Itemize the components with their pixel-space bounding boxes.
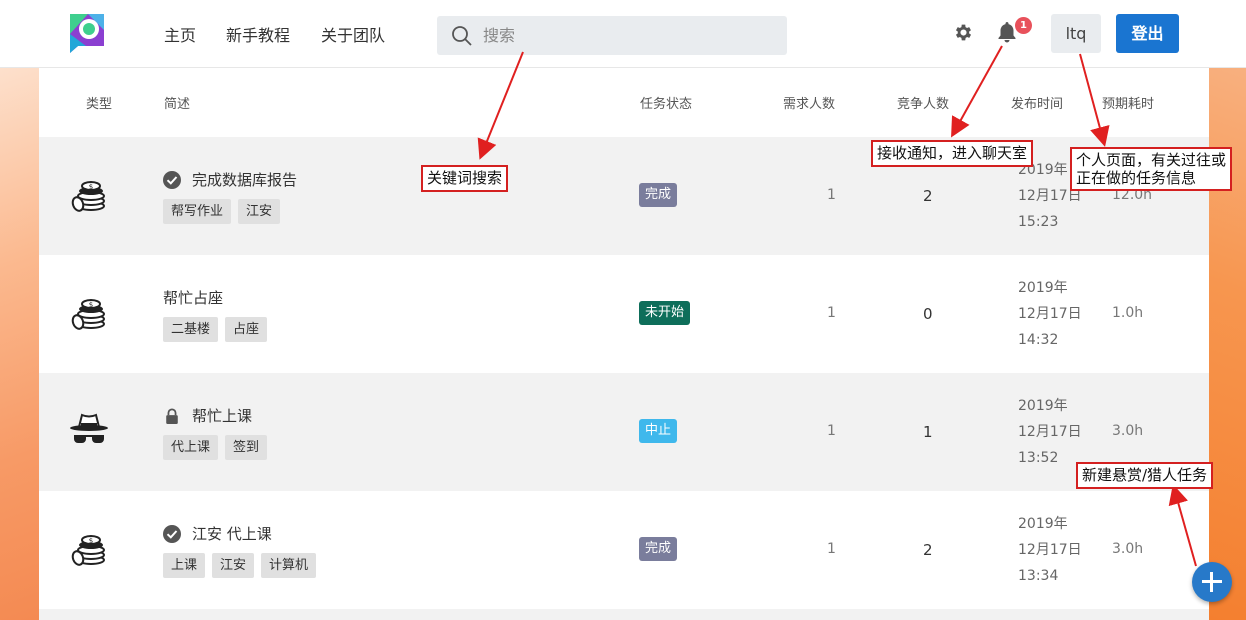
svg-text:$: $ [89, 183, 93, 191]
publish-time: 2019年 12月17日 13:34 [1018, 511, 1082, 589]
annotation-profile-line1: 个人页面，有关过往或 [1076, 151, 1227, 169]
table-row[interactable]: 帮忙上课 代上课 签到 中止 1 1 2019年 12月17日 13:52 3.0… [39, 373, 1209, 491]
publish-year: 2019年 [1018, 398, 1068, 414]
table-row[interactable] [39, 609, 1209, 620]
header-publish-time: 发布时间 [1011, 97, 1064, 112]
table-row[interactable]: $ 完成数据库报告 帮写作业 江安 完成 1 2 2019年 12月17日 15:… [39, 137, 1209, 255]
user-profile-button[interactable]: ltq [1051, 14, 1101, 53]
table-row[interactable]: $ 帮忙占座 二基楼 占座 未开始 1 0 2019年 12月17日 14:32 … [39, 255, 1209, 373]
tag[interactable]: 代上课 [163, 435, 219, 460]
task-title-wrap[interactable]: 江安 代上课 [163, 523, 272, 544]
nav-home[interactable]: 主页 [164, 22, 196, 46]
annotation-profile: 个人页面，有关过往或 正在做的任务信息 [1070, 147, 1233, 191]
coins-icon: $ [69, 293, 109, 333]
tag[interactable]: 江安 [238, 199, 281, 224]
task-title[interactable]: 帮忙上课 [192, 405, 252, 426]
competitor-count: 1 [923, 423, 933, 441]
tag[interactable]: 占座 [225, 317, 268, 342]
logout-button[interactable]: 登出 [1116, 14, 1179, 53]
tag-list: 代上课 签到 [163, 435, 268, 460]
table-header: 类型 简述 任务状态 需求人数 竞争人数 发布时间 预期耗时 [39, 69, 1209, 137]
app-logo-icon[interactable] [68, 12, 106, 54]
table-row[interactable]: $ 江安 代上课 上课 江安 计算机 完成 1 2 2019年 12月17日 13:… [39, 491, 1209, 609]
tag[interactable]: 二基楼 [163, 317, 219, 342]
publish-date: 12月17日 [1018, 542, 1082, 558]
publish-clock: 13:52 [1018, 450, 1059, 466]
header-summary: 简述 [164, 97, 191, 112]
annotation-notify: 接收通知，进入聊天室 [871, 140, 1034, 167]
add-task-button[interactable] [1192, 562, 1232, 602]
publish-year: 2019年 [1018, 280, 1068, 296]
publish-clock: 13:34 [1018, 568, 1059, 584]
task-title[interactable]: 江安 代上课 [192, 523, 272, 544]
competitor-count: 2 [923, 187, 933, 205]
status-badge: 未开始 [639, 301, 691, 325]
search-icon [452, 26, 472, 46]
search-input[interactable] [483, 23, 773, 47]
navbar: 主页 新手教程 关于团队 1 ltq 登出 [0, 0, 1246, 68]
annotation-new-task: 新建悬赏/猎人任务 [1076, 462, 1214, 489]
needed-count: 1 [827, 423, 836, 439]
tag-list: 帮写作业 江安 [163, 199, 281, 224]
tag[interactable]: 帮写作业 [163, 199, 232, 224]
publish-date: 12月17日 [1018, 424, 1082, 440]
check-circle-icon [163, 170, 181, 189]
task-table: 类型 简述 任务状态 需求人数 竞争人数 发布时间 预期耗时 $ 完成数据库报告… [39, 69, 1209, 620]
expected-duration: 3.0h [1112, 423, 1144, 439]
task-title-wrap[interactable]: 帮忙占座 [163, 287, 223, 308]
spy-icon [69, 411, 109, 451]
background-left [0, 68, 39, 620]
publish-time: 2019年 12月17日 13:52 [1018, 393, 1082, 471]
needed-count: 1 [827, 541, 836, 557]
needed-count: 1 [827, 187, 836, 203]
tag-list: 二基楼 占座 [163, 317, 268, 342]
task-title[interactable]: 完成数据库报告 [192, 169, 297, 190]
header-competitors: 竞争人数 [897, 97, 950, 112]
tag[interactable]: 签到 [225, 435, 268, 460]
status-badge: 中止 [639, 419, 678, 443]
nav-about-team[interactable]: 关于团队 [321, 22, 385, 46]
status-badge: 完成 [639, 537, 678, 561]
annotation-profile-line2: 正在做的任务信息 [1076, 169, 1197, 187]
nav-tutorial[interactable]: 新手教程 [226, 22, 290, 46]
task-title[interactable]: 帮忙占座 [163, 287, 223, 308]
lock-icon [163, 407, 181, 425]
expected-duration: 1.0h [1112, 305, 1144, 321]
svg-text:$: $ [89, 537, 93, 545]
publish-year: 2019年 [1018, 516, 1068, 532]
tag-list: 上课 江安 计算机 [163, 553, 317, 578]
competitor-count: 2 [923, 541, 933, 559]
header-type: 类型 [86, 97, 113, 112]
publish-clock: 15:23 [1018, 214, 1059, 230]
notification-badge: 1 [1015, 17, 1032, 34]
bell-icon[interactable] [997, 21, 1017, 43]
check-circle-icon [163, 524, 181, 543]
publish-time: 2019年 12月17日 14:32 [1018, 275, 1082, 353]
coins-icon: $ [69, 529, 109, 569]
search-box[interactable] [437, 16, 787, 55]
header-needed: 需求人数 [783, 97, 836, 112]
task-title-wrap[interactable]: 完成数据库报告 [163, 169, 297, 190]
status-badge: 完成 [639, 183, 678, 207]
tag[interactable]: 江安 [212, 553, 255, 578]
gear-icon[interactable] [953, 22, 974, 43]
annotation-search: 关键词搜索 [421, 165, 509, 192]
needed-count: 1 [827, 305, 836, 321]
tag[interactable]: 上课 [163, 553, 206, 578]
coins-icon: $ [69, 175, 109, 215]
task-title-wrap[interactable]: 帮忙上课 [163, 405, 252, 426]
header-status: 任务状态 [640, 97, 693, 112]
svg-text:$: $ [89, 301, 93, 309]
tag[interactable]: 计算机 [261, 553, 317, 578]
publish-date: 12月17日 [1018, 306, 1082, 322]
header-duration: 预期耗时 [1102, 97, 1155, 112]
expected-duration: 3.0h [1112, 541, 1144, 557]
competitor-count: 0 [923, 305, 933, 323]
publish-clock: 14:32 [1018, 332, 1059, 348]
